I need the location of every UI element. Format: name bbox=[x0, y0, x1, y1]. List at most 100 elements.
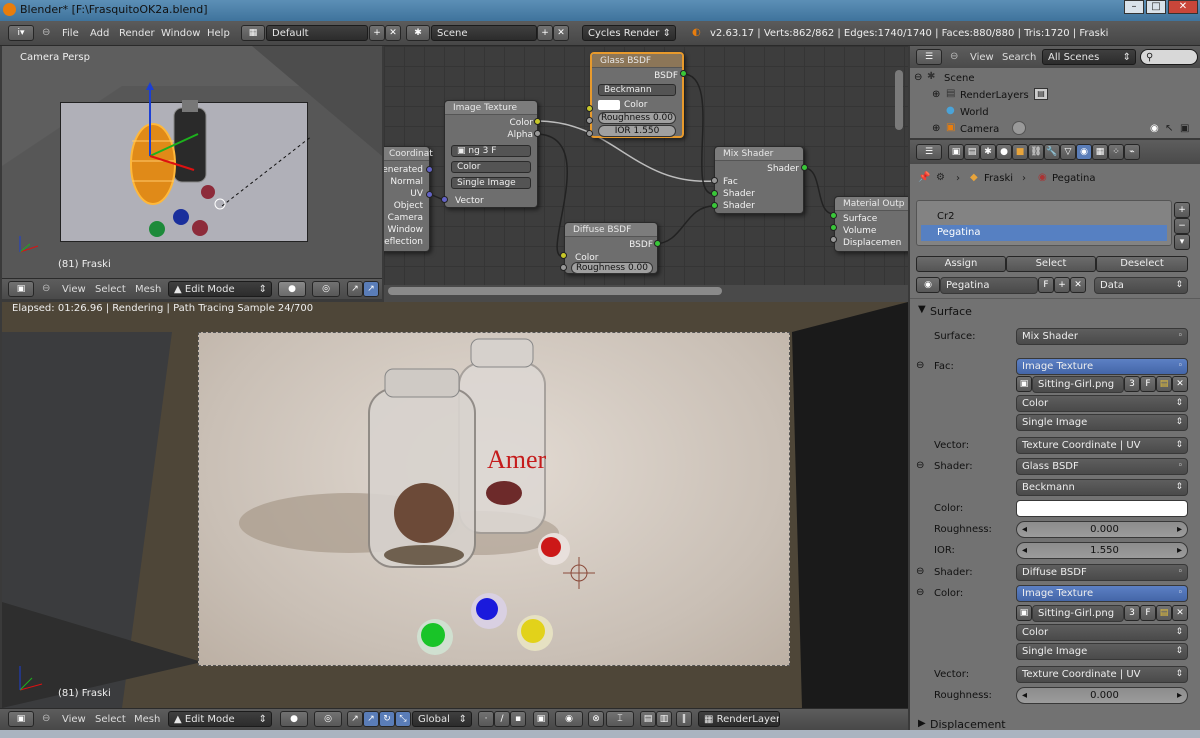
property-select[interactable]: Mix Shader ◦ bbox=[1016, 328, 1188, 345]
property-select[interactable]: Texture Coordinate | UV ⇕ bbox=[1016, 666, 1188, 683]
glass-bsdf-node[interactable]: Glass BSDF BSDF Beckmann Color Roughness… bbox=[590, 52, 684, 138]
texture-tab-icon[interactable]: ▦ bbox=[1092, 144, 1108, 160]
collapse-icon[interactable]: ⊖ bbox=[42, 713, 50, 724]
socket[interactable] bbox=[654, 240, 661, 247]
texture-coordinate-node[interactable]: Coordinat Generated Normal UV Object Cam… bbox=[384, 146, 433, 252]
render-anim-icon[interactable]: ▥ bbox=[656, 711, 672, 727]
expand-icon[interactable]: ⊖ bbox=[914, 72, 922, 83]
link-socket-icon[interactable]: ⊖ bbox=[916, 566, 924, 577]
mode-select[interactable]: ▲ Edit Mode ⇕ bbox=[168, 281, 272, 297]
screen-layout-icon[interactable]: ▦ bbox=[241, 25, 265, 41]
link-socket-icon[interactable]: ⊖ bbox=[916, 360, 924, 371]
render-layer-field[interactable]: ▦ RenderLayer bbox=[698, 711, 780, 727]
node-vertical-scrollbar[interactable] bbox=[895, 70, 903, 130]
socket[interactable] bbox=[830, 236, 837, 243]
modifiers-tab-icon[interactable]: 🔧 bbox=[1044, 144, 1060, 160]
select-menu[interactable]: Select bbox=[95, 714, 126, 725]
unlink-image-icon[interactable]: ✕ bbox=[1172, 376, 1188, 392]
camera-data-icon[interactable] bbox=[1012, 121, 1026, 135]
physics-tab-icon[interactable]: ⌁ bbox=[1124, 144, 1140, 160]
editor-type-icon[interactable]: ▣ bbox=[8, 281, 34, 297]
constraints-tab-icon[interactable]: ⛓ bbox=[1028, 144, 1044, 160]
fake-user-toggle[interactable]: F bbox=[1140, 605, 1156, 621]
collapse-icon[interactable]: ⊖ bbox=[950, 51, 958, 62]
number-field[interactable]: 1.550 ◂ ▸ bbox=[1016, 542, 1188, 559]
snap-element-icon[interactable]: ⌶ bbox=[606, 711, 634, 727]
expand-icon[interactable]: ⊕ bbox=[932, 123, 940, 134]
fake-user-toggle[interactable]: F bbox=[491, 146, 496, 156]
material-name-field[interactable]: Pegatina bbox=[940, 277, 1038, 294]
editor-type-icon[interactable]: ☰ bbox=[916, 144, 942, 160]
property-select[interactable]: Image Texture ◦ bbox=[1016, 585, 1188, 602]
remove-scene-button[interactable]: ✕ bbox=[553, 25, 569, 41]
assign-button[interactable]: Assign bbox=[916, 256, 1006, 272]
color-swatch[interactable] bbox=[1016, 500, 1188, 517]
scene-tab-icon[interactable]: ✱ bbox=[980, 144, 996, 160]
proportional-edit-icon[interactable]: ◉ bbox=[555, 711, 583, 727]
outliner-item-scene[interactable]: Scene bbox=[944, 73, 975, 84]
socket[interactable] bbox=[426, 191, 433, 198]
link-socket-icon[interactable]: ⊖ bbox=[916, 587, 924, 598]
socket[interactable] bbox=[586, 117, 593, 124]
socket[interactable] bbox=[711, 202, 718, 209]
scale-icon[interactable]: ⤡ bbox=[395, 711, 411, 727]
world-tab-icon[interactable]: ● bbox=[996, 144, 1012, 160]
select-button[interactable]: Select bbox=[1006, 256, 1096, 272]
selectable-cursor-icon[interactable]: ↖ bbox=[1165, 123, 1173, 134]
unlink-material-button[interactable]: ✕ bbox=[1070, 277, 1086, 293]
roughness-field[interactable]: Roughness 0.00 bbox=[598, 112, 676, 124]
view-menu[interactable]: View bbox=[62, 284, 86, 295]
material-output-node[interactable]: Material Outp Surface Volume Displacemen bbox=[834, 196, 908, 252]
collapse-icon[interactable]: ⊖ bbox=[42, 27, 50, 38]
select-menu[interactable]: Select bbox=[95, 284, 126, 295]
link-select[interactable]: Data ⇕ bbox=[1094, 277, 1188, 294]
property-select[interactable]: Single Image ⇕ bbox=[1016, 643, 1188, 660]
mix-shader-node[interactable]: Mix Shader Shader Fac Shader Shader bbox=[714, 146, 804, 214]
layout-field[interactable]: Default bbox=[266, 25, 368, 41]
property-select[interactable]: Color ⇕ bbox=[1016, 395, 1188, 412]
editor-type-icon[interactable]: ☰ bbox=[916, 49, 942, 65]
new-material-button[interactable]: + bbox=[1054, 277, 1070, 293]
open-image-icon[interactable]: ▤ bbox=[1156, 605, 1172, 621]
socket[interactable] bbox=[801, 164, 808, 171]
add-slot-button[interactable]: + bbox=[1174, 202, 1190, 218]
image-name-field[interactable]: Sitting-Girl.png bbox=[1032, 605, 1124, 622]
property-select[interactable]: Single Image ⇕ bbox=[1016, 414, 1188, 431]
image-browse-icon[interactable]: ▣ bbox=[1016, 605, 1032, 621]
panel-collapse-icon[interactable]: ▼ bbox=[918, 304, 926, 315]
image-name-field[interactable]: Sitting-Girl.png bbox=[1032, 376, 1124, 393]
slot-menu-button[interactable]: ▾ bbox=[1174, 234, 1190, 250]
unlink-image-icon[interactable]: ✕ bbox=[1172, 605, 1188, 621]
deselect-button[interactable]: Deselect bbox=[1096, 256, 1188, 272]
outliner-item-camera[interactable]: Camera bbox=[960, 124, 999, 135]
color-swatch[interactable] bbox=[598, 100, 620, 110]
render-engine-select[interactable]: Cycles Render ⇕ bbox=[582, 25, 676, 41]
pivot-point-icon[interactable]: ◎ bbox=[312, 281, 340, 297]
number-field[interactable]: 0.000 ◂ ▸ bbox=[1016, 521, 1188, 538]
image-selector[interactable]: ▣ ng 3 F bbox=[451, 145, 531, 157]
node-scrollbar-thumb[interactable] bbox=[388, 287, 722, 295]
scene-icon[interactable]: ✱ bbox=[406, 25, 430, 41]
socket[interactable] bbox=[560, 252, 567, 259]
mode-select[interactable]: ▲ Edit Mode ⇕ bbox=[168, 711, 272, 727]
close-button[interactable]: ✕ bbox=[1168, 0, 1198, 14]
property-select[interactable]: Beckmann ⇕ bbox=[1016, 479, 1188, 496]
remove-slot-button[interactable]: − bbox=[1174, 218, 1190, 234]
outliner-item-world[interactable]: World bbox=[960, 107, 989, 118]
rotate-icon[interactable]: ↻ bbox=[379, 711, 395, 727]
number-field[interactable]: 0.000 ◂ ▸ bbox=[1016, 687, 1188, 704]
outliner-view-menu[interactable]: View bbox=[970, 52, 994, 63]
property-select[interactable]: Diffuse BSDF ◦ bbox=[1016, 564, 1188, 581]
renderable-camera-icon[interactable]: ▣ bbox=[1180, 123, 1189, 134]
snap-icon[interactable]: ⊗ bbox=[588, 711, 604, 727]
render-tab-icon[interactable]: ▣ bbox=[948, 144, 964, 160]
material-tab-icon[interactable]: ◉ bbox=[1076, 144, 1092, 160]
render-still-icon[interactable]: ▤ bbox=[640, 711, 656, 727]
pivot-point-icon[interactable]: ◎ bbox=[314, 711, 342, 727]
increment-arrow-icon[interactable]: ▸ bbox=[1177, 543, 1182, 558]
data-tab-icon[interactable]: ▽ bbox=[1060, 144, 1076, 160]
menu-file[interactable]: File bbox=[62, 28, 79, 39]
outliner-item-renderlayers[interactable]: RenderLayers bbox=[960, 90, 1029, 101]
socket[interactable] bbox=[830, 224, 837, 231]
maximize-button[interactable]: □ bbox=[1146, 0, 1166, 14]
